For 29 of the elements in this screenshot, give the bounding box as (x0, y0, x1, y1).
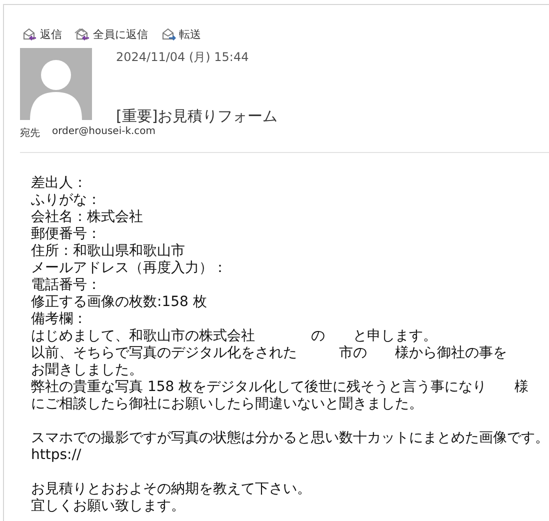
body-text-line: はじめまして、和歌山市の株式会社 の と申します。 (31, 328, 438, 345)
recipient-label: 宛先 (20, 126, 40, 140)
recipient-address: order@housei-k.com (52, 126, 156, 139)
forward-button[interactable]: 転送 (160, 24, 201, 44)
body-text-line: 修正する画像の枚数:158 枚 (31, 294, 208, 311)
body-text-line: メールアドレス（再度入力）： (31, 260, 228, 277)
body-text-line: 電話番号： (31, 277, 101, 294)
body-text-line: ふりがな： (31, 192, 102, 209)
body-text-line: 弊社の貴重な写真 158 枚をデジタル化して後世に残そうと言う事になり 様 (31, 379, 530, 396)
body-text-line: https:// (31, 447, 82, 464)
body-text-line: 宜しくお願い致します。 (31, 498, 186, 515)
body-text-line: 以前、そちらで写真のデジタル化をされた 市の 様から御社の事を (31, 345, 508, 362)
sent-date: 2024/11/04 (月) 15:44 (116, 49, 250, 66)
body-text-line: お聞きしました。 (31, 362, 144, 379)
body-text-line: 住所：和歌山県和歌山市 (31, 243, 186, 260)
body-text-line: スマホでの撮影ですが写真の状態は分かると思い数十カットにまとめた画像です。 (31, 430, 549, 447)
body-text-line: 備考欄： (31, 311, 88, 328)
envelope-icon (21, 27, 37, 41)
body-text-line: にご相談したら御社にお願いしたら間違いないと聞きました。 (31, 396, 424, 413)
reply-all-button[interactable]: 全員に返信 (74, 24, 148, 44)
body-text-line: お見積りとおおよその納期を教えて下さい。 (31, 481, 312, 498)
avatar-icon (20, 48, 92, 120)
envelope-icon (74, 27, 90, 41)
email-subject: [重要]お見積りフォーム (116, 107, 278, 126)
envelope-icon (160, 27, 176, 41)
body-text-line: 郵便番号： (31, 226, 102, 243)
reply-button[interactable]: 返信 (21, 24, 62, 44)
body-text-line: 差出人： (31, 175, 88, 192)
body-text-line: 会社名：株式会社 (31, 209, 144, 226)
